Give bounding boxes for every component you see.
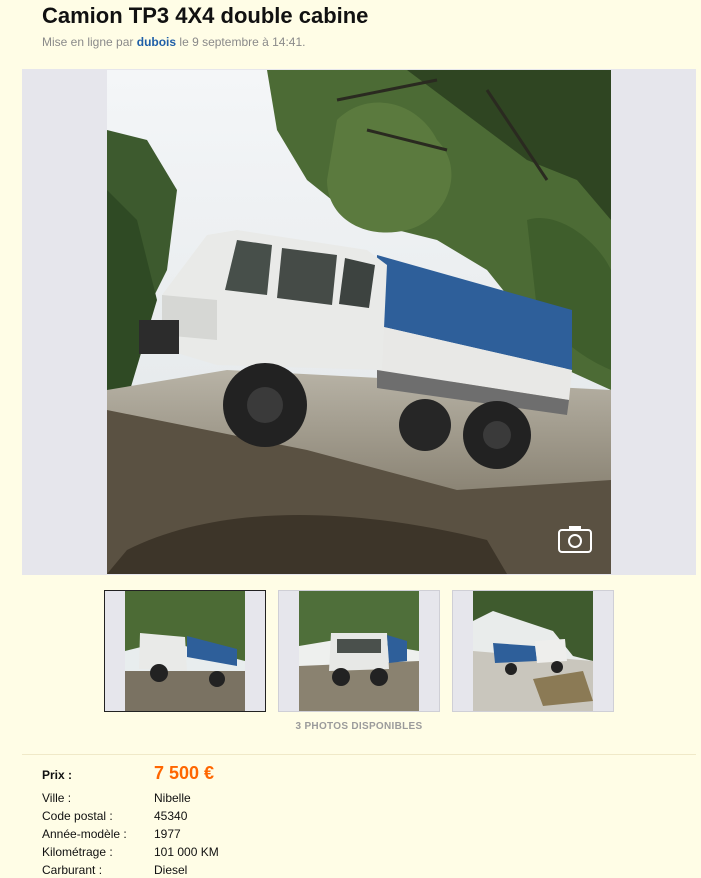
thumbnail-3[interactable] [452,590,614,712]
detail-label: Code postal : [42,809,113,823]
author-link[interactable]: dubois [137,35,176,49]
detail-row-city: Ville : Nibelle [42,788,442,806]
price-value: 7 500 € [154,763,215,783]
meta-prefix: Mise en ligne par [42,35,134,49]
detail-row-postal-code: Code postal : 45340 [42,806,442,824]
detail-value: 101 000 KM [154,845,219,859]
detail-label: Année-modèle : [42,827,127,841]
thumbnail-2[interactable] [278,590,440,712]
thumbnail-1[interactable] [104,590,266,712]
ad-meta: Mise en ligne par dubois le 9 septembre … [42,35,306,49]
price-row: Prix : 7 500 € [42,763,442,788]
divider [22,754,696,755]
photo-count: 3 PHOTOS DISPONIBLES [295,721,423,732]
detail-value: Diesel [154,863,188,877]
detail-label: Kilométrage : [42,845,113,859]
thumbnail-image [125,591,245,711]
detail-label: Carburant : [42,863,103,877]
price-label: Prix : [42,768,73,782]
thumbnail-image [299,591,419,711]
detail-row-model-year: Année-modèle : 1977 [42,824,442,842]
detail-row-fuel: Carburant : Diesel [42,860,442,878]
ad-details: Prix : 7 500 € Ville : Nibelle Code post… [42,763,442,878]
ad-title: Camion TP3 4X4 double cabine [42,3,369,28]
detail-value: Nibelle [154,791,191,805]
detail-value: 45340 [154,809,188,823]
detail-label: Ville : [42,791,72,805]
main-photo-frame [22,69,696,575]
detail-row-mileage: Kilométrage : 101 000 KM [42,842,442,860]
main-photo[interactable] [107,70,611,574]
detail-value: 1977 [154,827,181,841]
thumbnail-strip [104,590,616,712]
thumbnail-image [473,591,593,711]
meta-date: le 9 septembre à 14:41. [179,35,306,49]
